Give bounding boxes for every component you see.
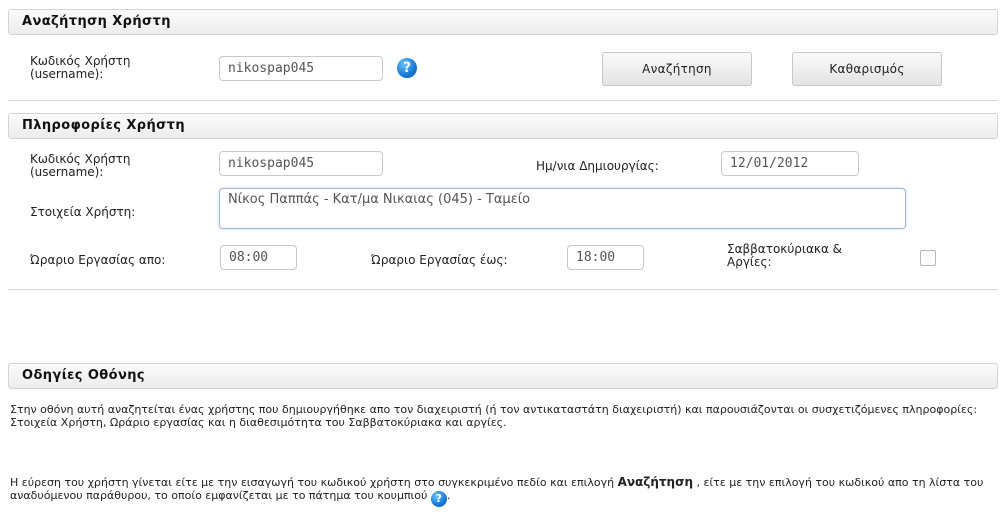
search-section: Κωδικός Χρήστη (username): nikospap045 ?… (8, 35, 998, 101)
search-button[interactable]: Αναζήτηση (602, 52, 752, 86)
created-date-field[interactable]: 12/01/2012 (721, 151, 859, 176)
help-icon[interactable]: ? (397, 58, 417, 78)
clear-button[interactable]: Καθαρισμός (792, 52, 942, 86)
info-username-field[interactable]: nikospap045 (219, 151, 383, 176)
hours-from-field[interactable]: 08:00 (220, 245, 297, 270)
search-keyword: Αναζήτηση (617, 475, 693, 489)
weekend-holidays-checkbox[interactable] (920, 250, 936, 266)
info-section: Κωδικός Χρήστη (username): nikospap045 Η… (8, 139, 998, 290)
info-section-header: Πληροφορίες Χρήστη (8, 113, 998, 139)
search-username-input[interactable]: nikospap045 (219, 56, 383, 81)
info-section-title: Πληροφορίες Χρήστη (22, 118, 185, 133)
hours-to-label: Ώραριο Εργασίας έως: (371, 253, 508, 267)
weekend-holidays-label: Σαββατοκύριακα & Αργίες: (727, 242, 843, 269)
search-username-label: Κωδικός Χρήστη (username): (30, 54, 131, 81)
user-details-label: Στοιχεία Χρήστη: (30, 205, 136, 219)
hours-from-label: Ώραριο Εργασίας απο: (30, 253, 166, 267)
search-section-header: Αναζήτηση Χρήστη (8, 9, 998, 35)
search-section-title: Αναζήτηση Χρήστη (22, 14, 171, 29)
created-date-label: Ημ/νια Δημιουργίας: (536, 159, 659, 173)
instructions-section-title: Οδηγίες Οθόνης (22, 368, 145, 383)
hours-to-field[interactable]: 18:00 (567, 245, 644, 270)
help-icon: ? (430, 491, 447, 507)
instructions-section-header: Οδηγίες Οθόνης (8, 363, 998, 389)
instructions-paragraph-1: Στην οθόνη αυτή αναζητείται ένας χρήστης… (10, 403, 978, 429)
user-details-field[interactable]: Νίκος Παππάς - Κατ/μα Νικαιας (045) - Τα… (219, 188, 906, 229)
info-username-label: Κωδικός Χρήστη (username): (30, 152, 131, 179)
instructions-paragraph-2: Η εύρεση του χρήστη γίνεται είτε με την … (10, 475, 984, 507)
